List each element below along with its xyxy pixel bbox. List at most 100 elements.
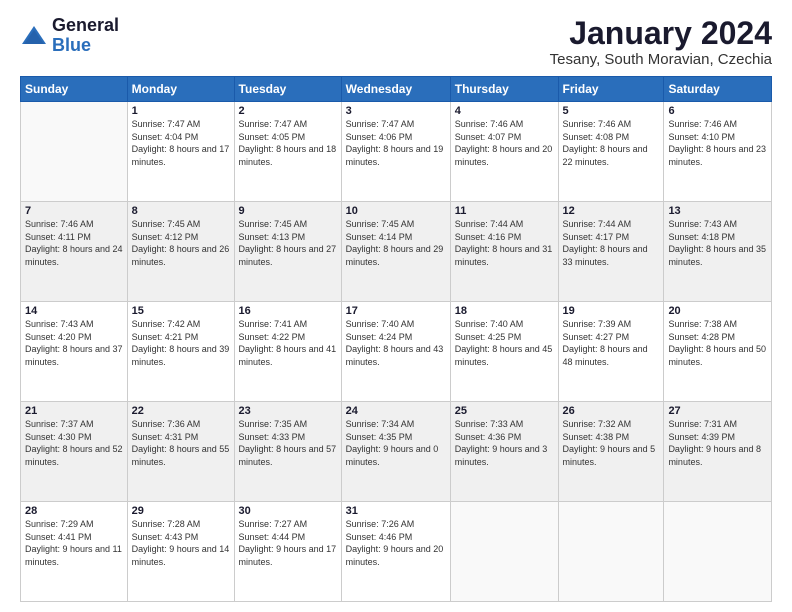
calendar-cell: 5Sunrise: 7:46 AMSunset: 4:08 PMDaylight…: [558, 102, 664, 202]
day-info: Sunrise: 7:46 AMSunset: 4:08 PMDaylight:…: [563, 118, 660, 168]
day-number: 11: [455, 205, 554, 217]
day-info: Sunrise: 7:35 AMSunset: 4:33 PMDaylight:…: [239, 418, 337, 468]
day-info: Sunrise: 7:28 AMSunset: 4:43 PMDaylight:…: [132, 518, 230, 568]
logo: General Blue: [20, 16, 119, 56]
day-info: Sunrise: 7:40 AMSunset: 4:24 PMDaylight:…: [346, 318, 446, 368]
calendar-cell: 16Sunrise: 7:41 AMSunset: 4:22 PMDayligh…: [234, 302, 341, 402]
day-number: 19: [563, 305, 660, 317]
day-number: 13: [668, 205, 767, 217]
calendar-cell: 14Sunrise: 7:43 AMSunset: 4:20 PMDayligh…: [21, 302, 128, 402]
header: General Blue January 2024 Tesany, South …: [20, 16, 772, 68]
day-number: 10: [346, 205, 446, 217]
day-info: Sunrise: 7:27 AMSunset: 4:44 PMDaylight:…: [239, 518, 337, 568]
day-info: Sunrise: 7:31 AMSunset: 4:39 PMDaylight:…: [668, 418, 767, 468]
day-info: Sunrise: 7:46 AMSunset: 4:07 PMDaylight:…: [455, 118, 554, 168]
calendar-cell: 19Sunrise: 7:39 AMSunset: 4:27 PMDayligh…: [558, 302, 664, 402]
day-info: Sunrise: 7:32 AMSunset: 4:38 PMDaylight:…: [563, 418, 660, 468]
day-info: Sunrise: 7:46 AMSunset: 4:11 PMDaylight:…: [25, 218, 123, 268]
day-number: 26: [563, 405, 660, 417]
day-number: 25: [455, 405, 554, 417]
day-info: Sunrise: 7:41 AMSunset: 4:22 PMDaylight:…: [239, 318, 337, 368]
calendar-week-row: 14Sunrise: 7:43 AMSunset: 4:20 PMDayligh…: [21, 302, 772, 402]
day-number: 15: [132, 305, 230, 317]
day-number: 29: [132, 505, 230, 517]
day-info: Sunrise: 7:38 AMSunset: 4:28 PMDaylight:…: [668, 318, 767, 368]
calendar-cell: [664, 502, 772, 602]
day-info: Sunrise: 7:45 AMSunset: 4:12 PMDaylight:…: [132, 218, 230, 268]
weekday-header: Wednesday: [341, 77, 450, 102]
day-number: 4: [455, 105, 554, 117]
day-number: 7: [25, 205, 123, 217]
logo-blue: Blue: [52, 36, 119, 56]
day-number: 18: [455, 305, 554, 317]
day-info: Sunrise: 7:45 AMSunset: 4:13 PMDaylight:…: [239, 218, 337, 268]
day-number: 8: [132, 205, 230, 217]
weekday-header: Monday: [127, 77, 234, 102]
calendar-cell: 15Sunrise: 7:42 AMSunset: 4:21 PMDayligh…: [127, 302, 234, 402]
day-number: 5: [563, 105, 660, 117]
calendar-cell: 27Sunrise: 7:31 AMSunset: 4:39 PMDayligh…: [664, 402, 772, 502]
calendar-cell: 8Sunrise: 7:45 AMSunset: 4:12 PMDaylight…: [127, 202, 234, 302]
calendar-cell: 22Sunrise: 7:36 AMSunset: 4:31 PMDayligh…: [127, 402, 234, 502]
calendar-cell: 4Sunrise: 7:46 AMSunset: 4:07 PMDaylight…: [450, 102, 558, 202]
calendar-cell: 25Sunrise: 7:33 AMSunset: 4:36 PMDayligh…: [450, 402, 558, 502]
weekday-header: Sunday: [21, 77, 128, 102]
calendar-cell: 23Sunrise: 7:35 AMSunset: 4:33 PMDayligh…: [234, 402, 341, 502]
day-info: Sunrise: 7:47 AMSunset: 4:06 PMDaylight:…: [346, 118, 446, 168]
calendar-header-row: SundayMondayTuesdayWednesdayThursdayFrid…: [21, 77, 772, 102]
calendar-table: SundayMondayTuesdayWednesdayThursdayFrid…: [20, 76, 772, 602]
day-number: 2: [239, 105, 337, 117]
day-number: 23: [239, 405, 337, 417]
day-number: 1: [132, 105, 230, 117]
calendar-cell: 13Sunrise: 7:43 AMSunset: 4:18 PMDayligh…: [664, 202, 772, 302]
day-info: Sunrise: 7:45 AMSunset: 4:14 PMDaylight:…: [346, 218, 446, 268]
weekday-header: Saturday: [664, 77, 772, 102]
day-info: Sunrise: 7:42 AMSunset: 4:21 PMDaylight:…: [132, 318, 230, 368]
calendar-cell: 21Sunrise: 7:37 AMSunset: 4:30 PMDayligh…: [21, 402, 128, 502]
day-number: 22: [132, 405, 230, 417]
day-number: 21: [25, 405, 123, 417]
day-number: 9: [239, 205, 337, 217]
calendar-week-row: 7Sunrise: 7:46 AMSunset: 4:11 PMDaylight…: [21, 202, 772, 302]
calendar-cell: 26Sunrise: 7:32 AMSunset: 4:38 PMDayligh…: [558, 402, 664, 502]
calendar-cell: 29Sunrise: 7:28 AMSunset: 4:43 PMDayligh…: [127, 502, 234, 602]
day-number: 28: [25, 505, 123, 517]
day-number: 16: [239, 305, 337, 317]
calendar-cell: 3Sunrise: 7:47 AMSunset: 4:06 PMDaylight…: [341, 102, 450, 202]
calendar-cell: 6Sunrise: 7:46 AMSunset: 4:10 PMDaylight…: [664, 102, 772, 202]
calendar-cell: 2Sunrise: 7:47 AMSunset: 4:05 PMDaylight…: [234, 102, 341, 202]
calendar-cell: 11Sunrise: 7:44 AMSunset: 4:16 PMDayligh…: [450, 202, 558, 302]
calendar-week-row: 1Sunrise: 7:47 AMSunset: 4:04 PMDaylight…: [21, 102, 772, 202]
weekday-header: Tuesday: [234, 77, 341, 102]
day-number: 24: [346, 405, 446, 417]
calendar-week-row: 21Sunrise: 7:37 AMSunset: 4:30 PMDayligh…: [21, 402, 772, 502]
day-info: Sunrise: 7:33 AMSunset: 4:36 PMDaylight:…: [455, 418, 554, 468]
weekday-header: Thursday: [450, 77, 558, 102]
logo-general: General: [52, 16, 119, 36]
calendar-week-row: 28Sunrise: 7:29 AMSunset: 4:41 PMDayligh…: [21, 502, 772, 602]
day-info: Sunrise: 7:43 AMSunset: 4:20 PMDaylight:…: [25, 318, 123, 368]
calendar-cell: 7Sunrise: 7:46 AMSunset: 4:11 PMDaylight…: [21, 202, 128, 302]
logo-text: General Blue: [52, 16, 119, 56]
day-info: Sunrise: 7:44 AMSunset: 4:17 PMDaylight:…: [563, 218, 660, 268]
day-info: Sunrise: 7:29 AMSunset: 4:41 PMDaylight:…: [25, 518, 123, 568]
day-number: 6: [668, 105, 767, 117]
day-number: 27: [668, 405, 767, 417]
calendar-cell: 20Sunrise: 7:38 AMSunset: 4:28 PMDayligh…: [664, 302, 772, 402]
day-info: Sunrise: 7:47 AMSunset: 4:04 PMDaylight:…: [132, 118, 230, 168]
day-info: Sunrise: 7:26 AMSunset: 4:46 PMDaylight:…: [346, 518, 446, 568]
page: General Blue January 2024 Tesany, South …: [0, 0, 792, 612]
day-number: 12: [563, 205, 660, 217]
day-number: 14: [25, 305, 123, 317]
calendar-cell: 18Sunrise: 7:40 AMSunset: 4:25 PMDayligh…: [450, 302, 558, 402]
day-info: Sunrise: 7:43 AMSunset: 4:18 PMDaylight:…: [668, 218, 767, 268]
day-info: Sunrise: 7:37 AMSunset: 4:30 PMDaylight:…: [25, 418, 123, 468]
day-info: Sunrise: 7:34 AMSunset: 4:35 PMDaylight:…: [346, 418, 446, 468]
day-info: Sunrise: 7:36 AMSunset: 4:31 PMDaylight:…: [132, 418, 230, 468]
calendar-cell: 1Sunrise: 7:47 AMSunset: 4:04 PMDaylight…: [127, 102, 234, 202]
logo-icon: [20, 22, 48, 50]
day-info: Sunrise: 7:44 AMSunset: 4:16 PMDaylight:…: [455, 218, 554, 268]
day-number: 3: [346, 105, 446, 117]
calendar-cell: 31Sunrise: 7:26 AMSunset: 4:46 PMDayligh…: [341, 502, 450, 602]
calendar-cell: 12Sunrise: 7:44 AMSunset: 4:17 PMDayligh…: [558, 202, 664, 302]
